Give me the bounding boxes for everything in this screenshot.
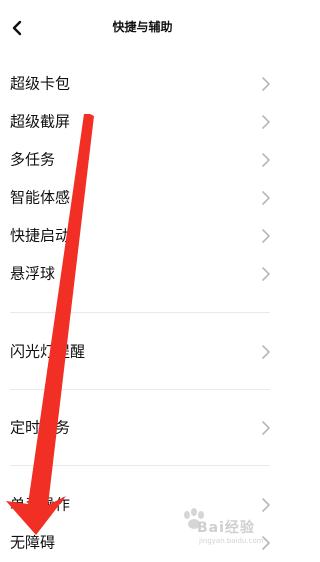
- menu-item-label: 超级卡包: [10, 74, 71, 93]
- menu-item-label: 闪光灯提醒: [10, 342, 86, 361]
- menu-item-scheduled-tasks[interactable]: 定时任务: [0, 409, 285, 447]
- section-divider: [10, 465, 270, 466]
- section-divider: [10, 389, 270, 390]
- menu-item-label: 快捷启动: [10, 226, 71, 245]
- menu-item-label: 多任务: [10, 150, 56, 169]
- chevron-right-icon: [262, 77, 270, 91]
- menu-item-quick-launch[interactable]: 快捷启动: [0, 217, 285, 255]
- chevron-right-icon: [262, 421, 270, 435]
- chevron-right-icon: [262, 115, 270, 129]
- menu-item-label: 超级截屏: [10, 112, 71, 131]
- menu-item-label: 无障碍: [10, 533, 56, 552]
- watermark-url: jingyan.baidu.com: [199, 537, 264, 545]
- menu-item-label: 智能体感: [10, 188, 71, 207]
- menu-item-smart-motion[interactable]: 智能体感: [0, 179, 285, 217]
- header-bar: 快捷与辅助: [0, 0, 285, 56]
- menu-item-super-card-wallet[interactable]: 超级卡包: [0, 65, 285, 103]
- watermark-brand: Bai经验: [197, 520, 255, 536]
- menu-item-label: 定时任务: [10, 418, 71, 437]
- chevron-right-icon: [262, 267, 270, 281]
- menu-item-multitask[interactable]: 多任务: [0, 141, 285, 179]
- menu-item-floating-ball[interactable]: 悬浮球: [0, 255, 285, 293]
- section-divider: [10, 312, 270, 313]
- page-title: 快捷与辅助: [112, 20, 173, 34]
- menu-item-flash-reminder[interactable]: 闪光灯提醒: [0, 333, 285, 371]
- menu-item-label: 悬浮球: [10, 264, 56, 283]
- chevron-right-icon: [262, 229, 270, 243]
- menu-item-super-screenshot[interactable]: 超级截屏: [0, 103, 285, 141]
- chevron-right-icon: [262, 153, 270, 167]
- chevron-right-icon: [262, 191, 270, 205]
- chevron-right-icon: [262, 498, 270, 512]
- chevron-right-icon: [262, 345, 270, 359]
- menu-item-label: 单手操作: [10, 495, 71, 514]
